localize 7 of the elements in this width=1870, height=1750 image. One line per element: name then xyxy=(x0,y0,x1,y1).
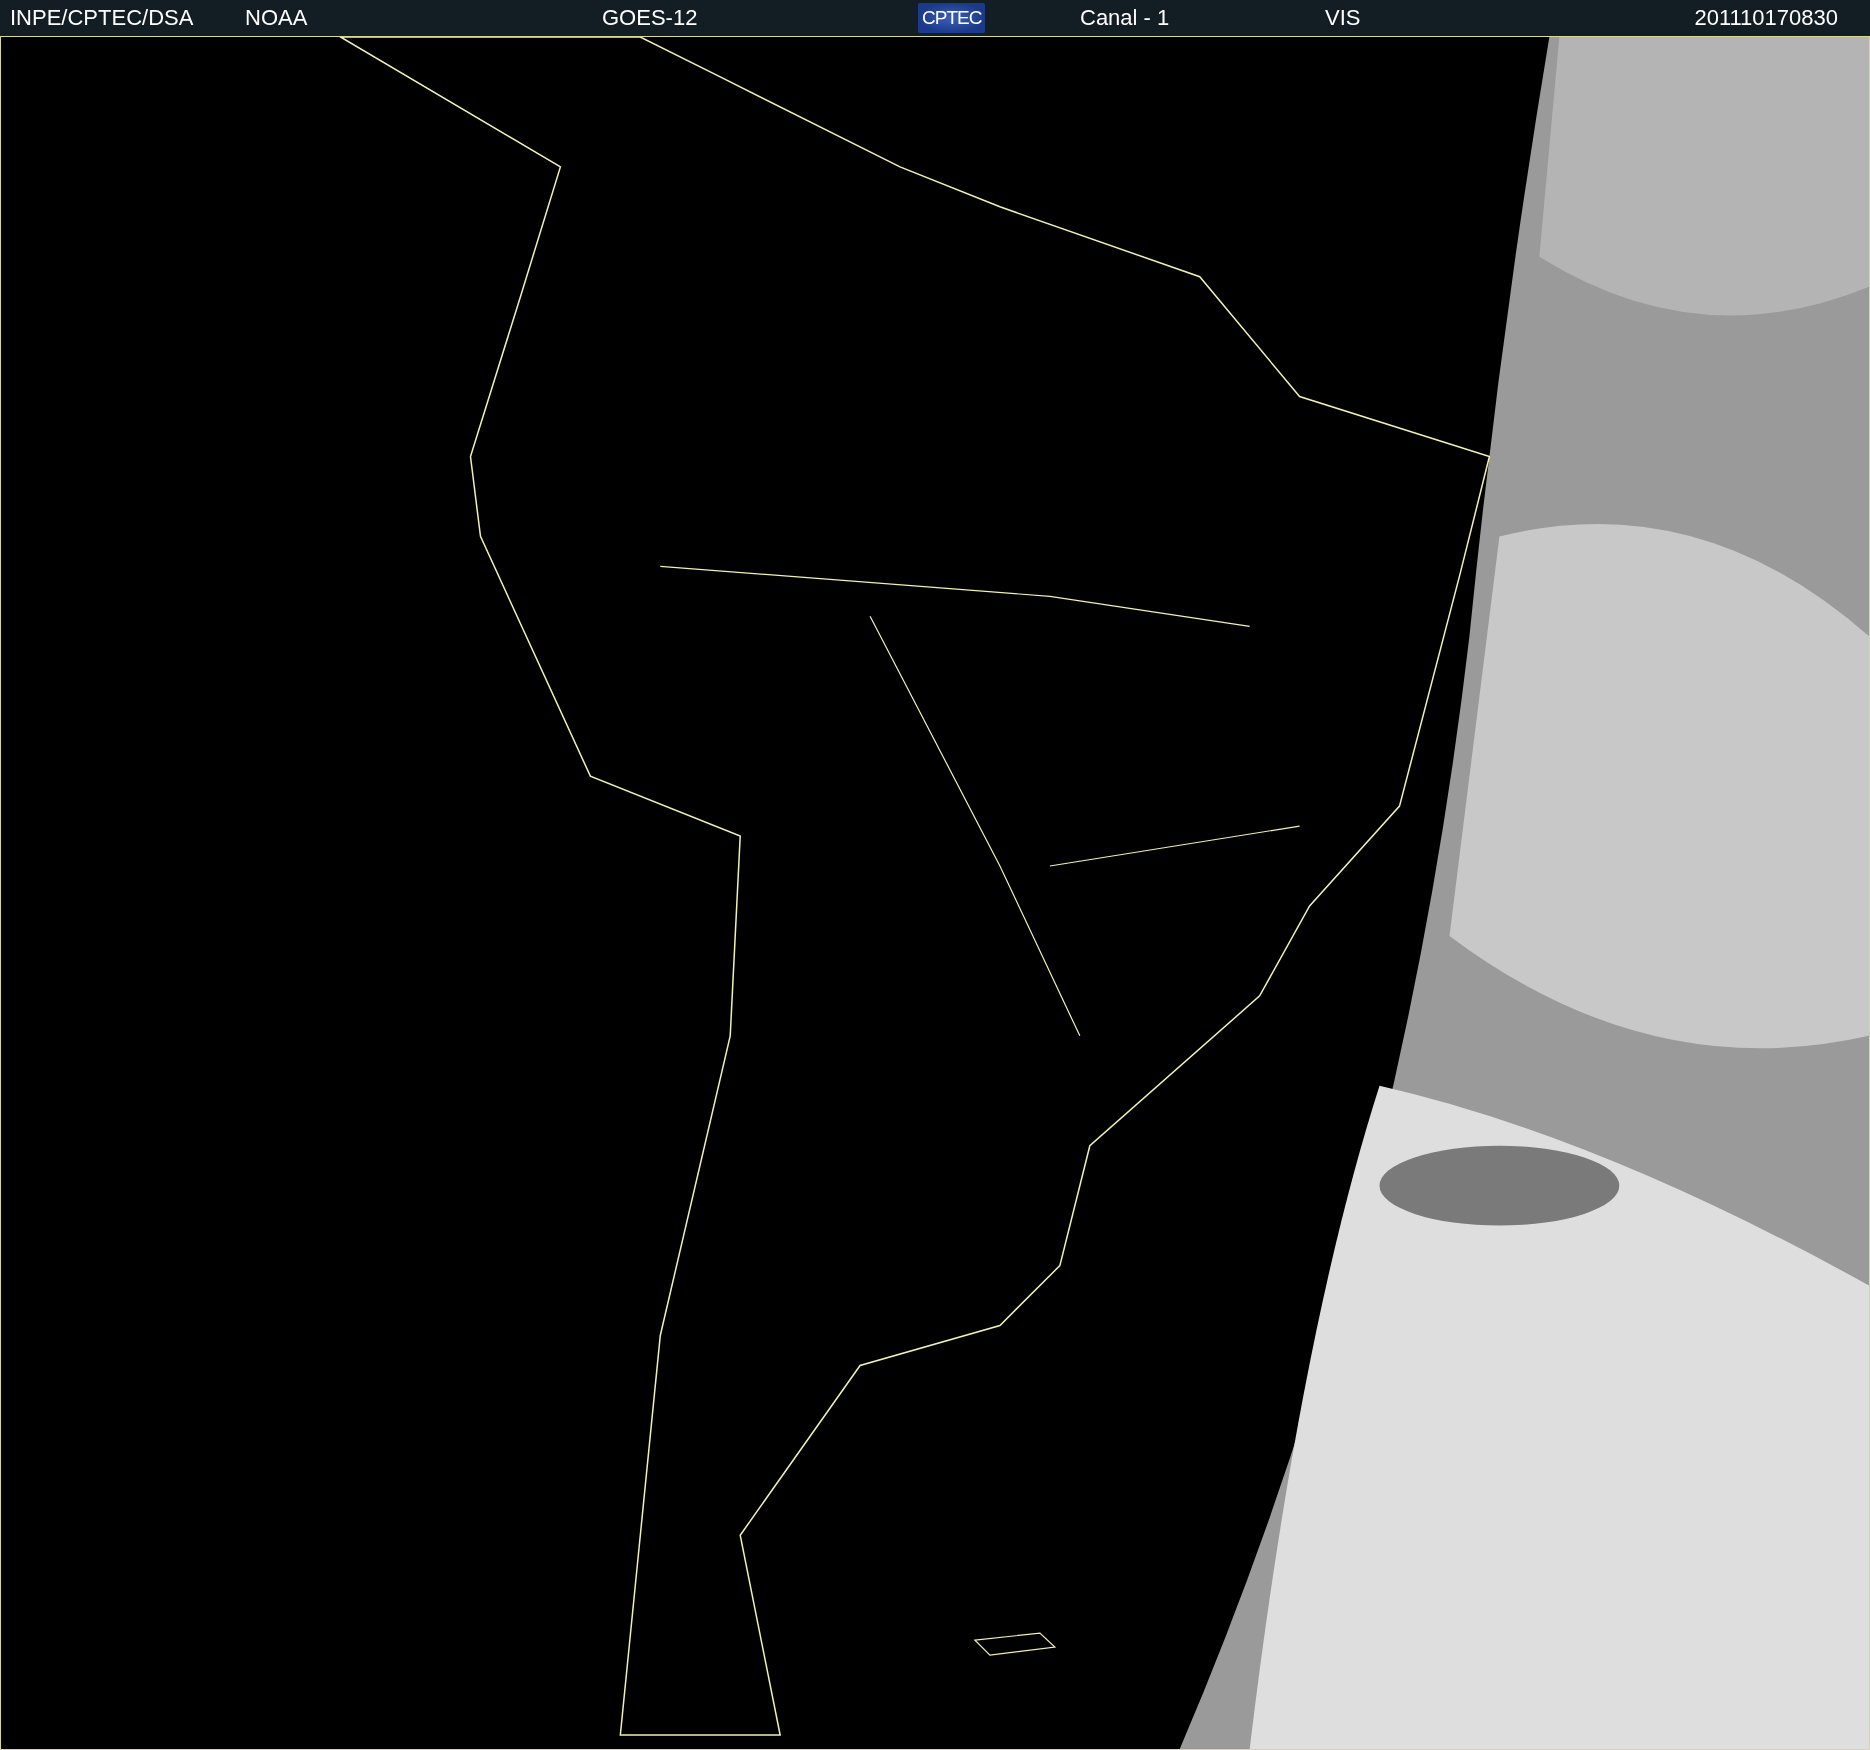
timestamp-label: 201110170830 xyxy=(1694,5,1838,31)
channel-label: Canal - 1 xyxy=(1080,5,1171,31)
band-label: VIS xyxy=(1325,5,1362,31)
satellite-label: GOES-12 xyxy=(602,5,699,31)
agency-label: INPE/CPTEC/DSA xyxy=(10,5,195,31)
source-label: NOAA xyxy=(245,5,309,31)
logo: CPTEC xyxy=(918,3,986,33)
